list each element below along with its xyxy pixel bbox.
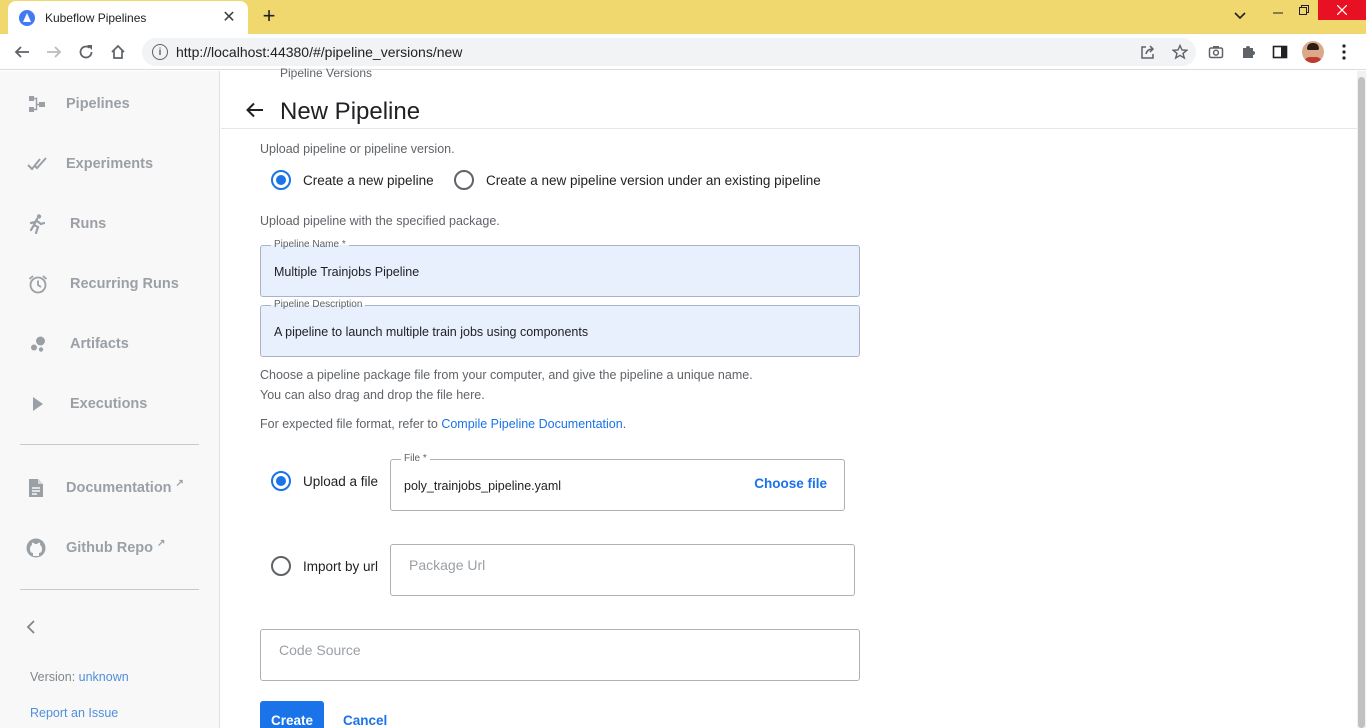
- profile-avatar[interactable]: [1302, 41, 1324, 63]
- sidebar: Pipelines Experiments Runs Recurring Run…: [0, 71, 220, 728]
- browser-tab[interactable]: Kubeflow Pipelines ✕: [8, 1, 248, 34]
- kubeflow-logo-icon: [18, 9, 36, 27]
- breadcrumb[interactable]: Pipeline Versions: [280, 66, 372, 80]
- browser-menu-icon[interactable]: [1332, 40, 1356, 64]
- pipeline-description-value: A pipeline to launch multiple train jobs…: [274, 325, 589, 339]
- experiments-icon: [26, 153, 48, 175]
- tab-title: Kubeflow Pipelines: [45, 10, 147, 25]
- github-icon: [25, 537, 47, 559]
- pipeline-name-value: Multiple Trainjobs Pipeline: [274, 265, 420, 279]
- tab-search-icon[interactable]: [1228, 6, 1252, 26]
- share-icon[interactable]: [1132, 38, 1164, 66]
- page-title: New Pipeline: [280, 98, 421, 125]
- sidebar-divider: [20, 589, 199, 590]
- external-link-icon: ↗: [157, 538, 166, 549]
- address-bar[interactable]: i http://localhost:44380/#/pipeline_vers…: [142, 38, 1196, 66]
- alarm-clock-icon: [27, 273, 49, 295]
- url-text: http://localhost:44380/#/pipeline_versio…: [176, 44, 463, 60]
- code-source-input[interactable]: Code Source: [260, 629, 860, 681]
- field-label: Pipeline Description: [271, 298, 366, 312]
- choose-file-help-text: Choose a pipeline package file from your…: [260, 368, 753, 382]
- close-tab-icon[interactable]: ✕: [220, 9, 238, 27]
- radio-upload-file[interactable]: Upload a file: [271, 471, 378, 491]
- sidebar-item-label: Documentation ↗: [66, 478, 184, 496]
- scrollbar-thumb[interactable]: [1358, 77, 1365, 728]
- home-icon[interactable]: [106, 40, 130, 64]
- report-issue-link[interactable]: Report an Issue: [30, 706, 118, 720]
- new-tab-button[interactable]: +: [258, 5, 280, 28]
- artifacts-icon: [27, 333, 49, 355]
- field-label: Pipeline Name *: [271, 238, 349, 252]
- create-button[interactable]: Create: [260, 701, 324, 728]
- radio-create-new-pipeline[interactable]: Create a new pipeline: [271, 170, 434, 190]
- external-link-icon: ↗: [175, 478, 184, 489]
- radio-button-checked[interactable]: [271, 170, 291, 190]
- choose-file-button[interactable]: Choose file: [754, 476, 827, 491]
- compile-docs-link[interactable]: Compile Pipeline Documentation: [441, 417, 622, 431]
- sidebar-link-github-repo[interactable]: Github Repo ↗: [0, 528, 220, 568]
- sidebar-item-label: Experiments: [66, 156, 154, 172]
- browser-tab-strip: Kubeflow Pipelines ✕ +: [0, 0, 1366, 34]
- side-panel-icon[interactable]: [1268, 40, 1292, 64]
- package-url-placeholder: Package Url: [409, 557, 486, 573]
- sidebar-item-label: Runs: [70, 216, 107, 232]
- package-url-input[interactable]: Package Url: [390, 544, 855, 596]
- radio-button[interactable]: [271, 556, 291, 576]
- site-info-icon[interactable]: i: [152, 44, 168, 60]
- radio-create-new-version[interactable]: Create a new pipeline version under an e…: [454, 170, 821, 190]
- sidebar-link-documentation[interactable]: Documentation ↗: [0, 468, 220, 508]
- drag-drop-help-text: You can also drag and drop the file here…: [260, 388, 485, 402]
- radio-import-by-url[interactable]: Import by url: [271, 556, 378, 576]
- sidebar-item-label: Github Repo ↗: [66, 538, 166, 556]
- extensions-icon[interactable]: [1236, 40, 1260, 64]
- pipelines-icon: [26, 93, 48, 115]
- close-window-button[interactable]: [1318, 0, 1366, 20]
- forward-nav-icon[interactable]: [42, 40, 66, 64]
- back-arrow-icon[interactable]: [245, 100, 265, 120]
- sidebar-item-label: Pipelines: [66, 96, 130, 112]
- back-nav-icon[interactable]: [10, 40, 34, 64]
- page-header: Pipeline Versions New Pipeline: [221, 66, 1357, 129]
- sidebar-item-executions[interactable]: Executions: [0, 384, 220, 424]
- upload-intro-text: Upload pipeline or pipeline version.: [260, 142, 455, 156]
- pipeline-name-field[interactable]: Pipeline Name * Multiple Trainjobs Pipel…: [260, 238, 860, 297]
- sidebar-item-runs[interactable]: Runs: [0, 204, 220, 244]
- sidebar-item-artifacts[interactable]: Artifacts: [0, 324, 220, 364]
- sidebar-item-recurring-runs[interactable]: Recurring Runs: [0, 264, 220, 304]
- collapse-sidebar-icon[interactable]: [26, 617, 42, 637]
- sidebar-item-label: Executions: [70, 396, 148, 412]
- field-label: File *: [401, 452, 430, 466]
- restore-window-button[interactable]: [1292, 0, 1316, 20]
- browser-toolbar: i http://localhost:44380/#/pipeline_vers…: [0, 34, 1366, 70]
- reload-icon[interactable]: [74, 40, 98, 64]
- sidebar-divider: [20, 444, 199, 445]
- version-link[interactable]: unknown: [79, 670, 129, 684]
- sidebar-item-label: Artifacts: [70, 336, 129, 352]
- file-format-help-text: For expected file format, refer to Compi…: [260, 417, 627, 431]
- radio-button-checked[interactable]: [271, 471, 291, 491]
- play-icon: [27, 393, 49, 415]
- file-name-value: poly_trainjobs_pipeline.yaml: [404, 479, 562, 493]
- document-icon: [25, 477, 47, 499]
- minimize-window-button[interactable]: [1266, 0, 1290, 20]
- main-content: Pipeline Versions New Pipeline Upload pi…: [221, 66, 1357, 728]
- radio-button[interactable]: [454, 170, 474, 190]
- package-intro-text: Upload pipeline with the specified packa…: [260, 214, 500, 228]
- runs-icon: [26, 213, 48, 235]
- camera-icon[interactable]: [1204, 40, 1228, 64]
- sidebar-item-pipelines[interactable]: Pipelines: [0, 84, 220, 124]
- file-field[interactable]: File * poly_trainjobs_pipeline.yaml Choo…: [390, 452, 845, 511]
- sidebar-item-experiments[interactable]: Experiments: [0, 144, 220, 184]
- cancel-button[interactable]: Cancel: [343, 713, 387, 728]
- code-source-placeholder: Code Source: [279, 642, 361, 658]
- page-scrollbar[interactable]: [1357, 71, 1366, 728]
- version-info: Version: unknown: [30, 670, 129, 684]
- pipeline-description-field[interactable]: Pipeline Description A pipeline to launc…: [260, 298, 860, 357]
- sidebar-item-label: Recurring Runs: [70, 276, 179, 292]
- bookmark-star-icon[interactable]: [1164, 38, 1196, 66]
